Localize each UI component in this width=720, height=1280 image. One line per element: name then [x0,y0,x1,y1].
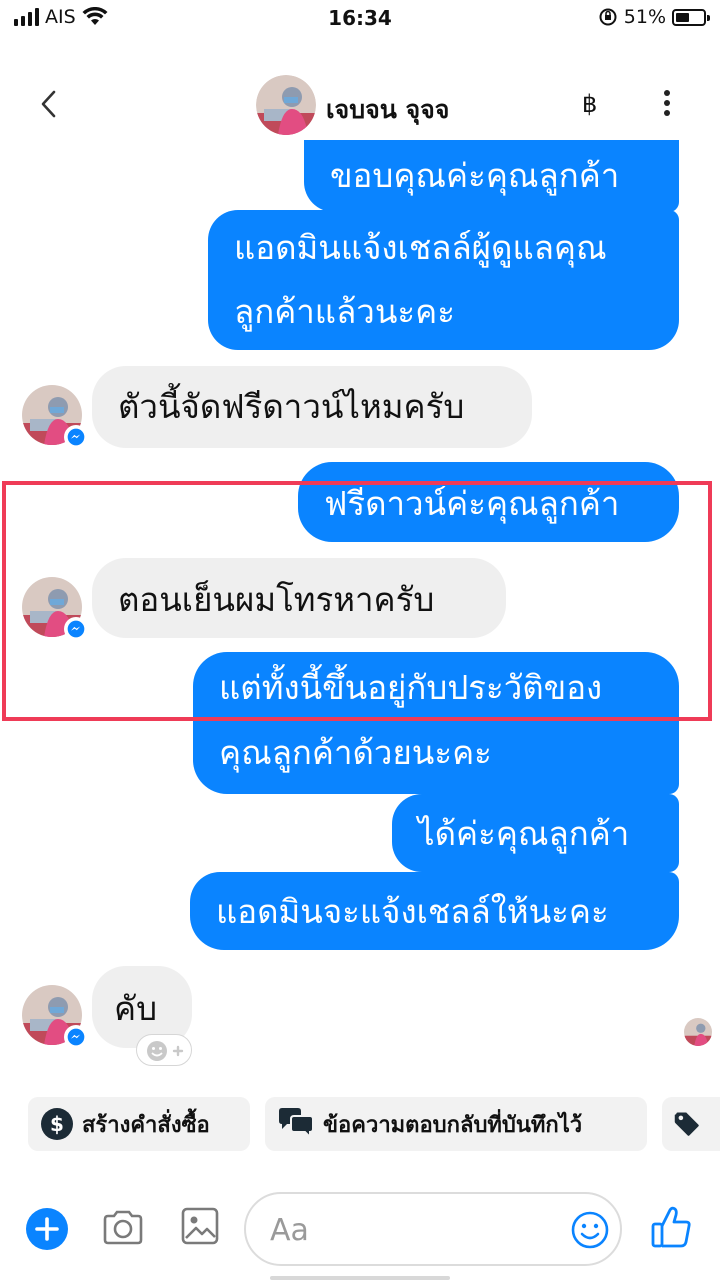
rotation-lock-icon [599,8,617,26]
message-bubble-outgoing[interactable]: แอดมินจะแจ้งเชลล์ให้นะคะ [190,872,679,950]
contact-avatar[interactable] [256,75,316,135]
tag-icon [674,1112,699,1136]
contact-avatar[interactable] [22,385,88,449]
dollar-circle-icon: $ [41,1108,73,1140]
message-input-box[interactable] [244,1192,622,1266]
message-line: ลูกค้าแล้วนะคะ [234,292,455,331]
highlight-annotation [2,481,712,721]
messenger-badge-icon [64,425,88,449]
contact-avatar[interactable] [22,985,88,1049]
chat-bubbles-icon [279,1108,314,1140]
gallery-icon[interactable] [180,1204,220,1248]
status-right: 51% [598,6,710,28]
status-bar: AIS 16:34 51% [0,0,720,40]
message-bubble-incoming[interactable]: ตัวนี้จัดฟรีดาวน์ไหมครับ [92,366,532,448]
message-line: คุณลูกค้าด้วยนะคะ [219,733,492,772]
battery-percent: 51% [623,6,666,28]
svg-text:$: $ [50,1112,64,1136]
message-bubble-outgoing[interactable]: ได้ค่ะคุณลูกค้า [392,794,679,872]
add-reaction-button[interactable] [136,1034,192,1066]
plus-icon [35,1217,59,1241]
battery-level [676,12,689,22]
contact-name[interactable]: เจบจน จุจจ [326,90,449,130]
saved-replies-chip[interactable]: ข้อความตอบกลับที่บันทึกไว้ [265,1097,647,1151]
thumbs-up-icon[interactable] [650,1204,692,1250]
conversation-header: เจบจน จุจจ ฿ [0,60,720,150]
battery-icon [672,8,710,26]
back-icon[interactable] [30,84,70,124]
messenger-badge-icon [64,1025,88,1049]
message-bubble-outgoing[interactable]: ขอบคุณค่ะคุณลูกค้า [304,140,679,212]
home-indicator [270,1276,450,1280]
more-options-icon[interactable] [660,88,674,118]
message-input[interactable] [270,1206,560,1254]
baht-icon[interactable]: ฿ [582,90,597,118]
read-receipt-avatar [684,1018,712,1046]
smiley-plus-icon [147,1041,184,1061]
create-order-chip[interactable]: $ สร้างคำสั่งซื้อ [28,1097,250,1151]
message-line: แอดมินแจ้งเชลล์ผู้ดูแลคุณ [234,228,607,267]
message-composer [0,1190,720,1270]
tag-chip[interactable] [662,1097,720,1151]
emoji-icon[interactable] [570,1210,610,1250]
message-bubble-outgoing[interactable]: แอดมินแจ้งเชลล์ผู้ดูแลคุณ ลูกค้าแล้วนะคะ [208,210,679,350]
add-button[interactable] [26,1208,68,1250]
camera-icon[interactable] [101,1206,145,1250]
